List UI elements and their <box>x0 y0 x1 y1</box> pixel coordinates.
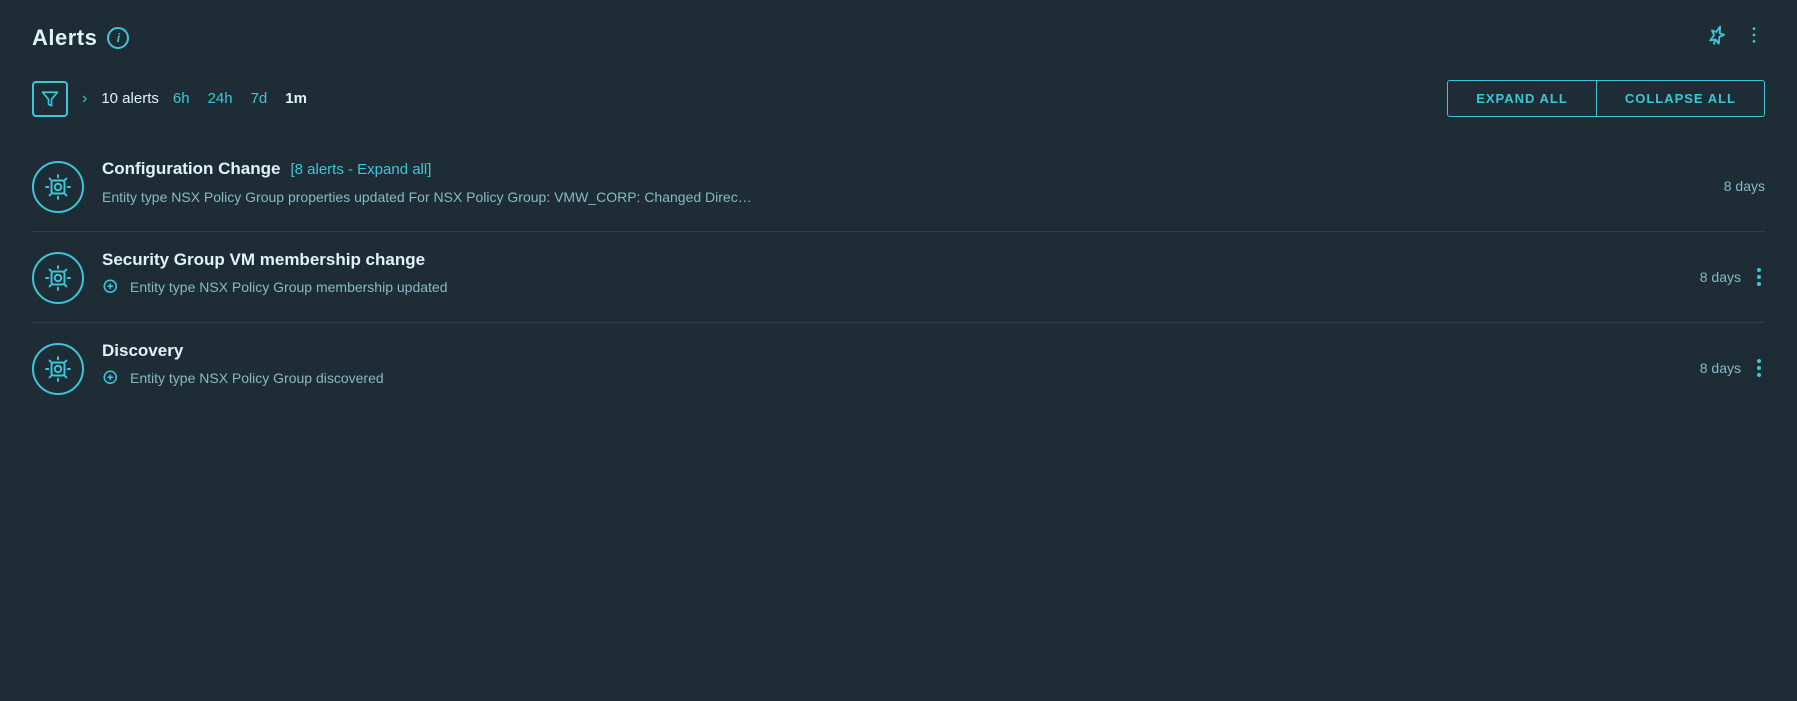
alert-description-security-group: Entity type NSX Policy Group membership … <box>130 279 448 295</box>
filter-row: › 10 alerts 6h 24h 7d 1m EXPAND ALL COLL… <box>32 80 1765 117</box>
alert-meta-security-group: 8 days <box>1700 266 1765 288</box>
header-actions <box>1705 24 1765 52</box>
time-filter-1m[interactable]: 1m <box>285 90 307 107</box>
panel-title: Alerts <box>32 25 97 51</box>
alert-badge-config-change[interactable]: [8 alerts - Expand all] <box>290 161 431 178</box>
panel-header: Alerts i <box>32 24 1765 52</box>
filter-button[interactable] <box>32 81 68 117</box>
alert-meta-discovery: 8 days <box>1700 357 1765 379</box>
alert-description-discovery: Entity type NSX Policy Group discovered <box>130 370 384 386</box>
alert-time-discovery: 8 days <box>1700 360 1741 376</box>
time-filter-24h[interactable]: 24h <box>208 90 233 107</box>
alert-item-config-change: Configuration Change [8 alerts - Expand … <box>32 141 1765 231</box>
expand-sub-icon-discovery[interactable] <box>102 369 120 387</box>
alert-count: 10 alerts <box>101 90 159 107</box>
alert-main-row-security: Security Group VM membership change Enti… <box>32 250 1765 304</box>
time-filter-7d[interactable]: 7d <box>251 90 268 107</box>
alert-sub-row-discovery: Entity type NSX Policy Group discovered <box>102 369 1682 387</box>
alert-content-security-group: Security Group VM membership change Enti… <box>102 250 1682 296</box>
filter-left: › 10 alerts 6h 24h 7d 1m <box>32 81 307 117</box>
expand-all-button[interactable]: EXPAND ALL <box>1447 80 1596 117</box>
info-icon[interactable]: i <box>107 27 129 49</box>
alert-more-button-discovery[interactable] <box>1753 357 1765 379</box>
alert-icon-discovery <box>32 343 84 395</box>
alert-time-config-change-group: 8 days <box>1724 178 1765 194</box>
alert-title-row-security: Security Group VM membership change <box>102 250 1682 270</box>
panel-title-group: Alerts i <box>32 25 129 51</box>
alert-main-row-discovery: Discovery Entity type NSX Policy Group d… <box>32 341 1765 395</box>
alert-sub-row-security: Entity type NSX Policy Group membership … <box>102 278 1682 296</box>
time-filter-6h[interactable]: 6h <box>173 90 190 107</box>
alert-icon-config-change <box>32 161 84 213</box>
alerts-panel: Alerts i <box>0 0 1797 701</box>
alert-icon-security-group <box>32 252 84 304</box>
alert-item-security-group: Security Group VM membership change Enti… <box>32 231 1765 322</box>
time-filters: 6h 24h 7d 1m <box>173 90 307 107</box>
more-vertical-icon[interactable] <box>1743 24 1765 52</box>
alert-main-row: Configuration Change [8 alerts - Expand … <box>32 159 1765 213</box>
alert-time-config-change: 8 days <box>1724 178 1765 194</box>
alert-content-discovery: Discovery Entity type NSX Policy Group d… <box>102 341 1682 387</box>
alert-title-row-discovery: Discovery <box>102 341 1682 361</box>
pin-icon[interactable] <box>1701 21 1731 55</box>
collapse-all-button[interactable]: COLLAPSE ALL <box>1596 80 1765 117</box>
chevron-right-icon: › <box>82 90 87 108</box>
alert-description-config-change: Entity type NSX Policy Group properties … <box>102 187 1706 208</box>
alert-item-discovery: Discovery Entity type NSX Policy Group d… <box>32 322 1765 413</box>
alert-title-security-group: Security Group VM membership change <box>102 250 425 270</box>
alert-time-security-group: 8 days <box>1700 269 1741 285</box>
alert-more-button-security-group[interactable] <box>1753 266 1765 288</box>
alert-title-config-change: Configuration Change <box>102 159 280 179</box>
filter-right: EXPAND ALL COLLAPSE ALL <box>1447 80 1765 117</box>
alert-list: Configuration Change [8 alerts - Expand … <box>32 141 1765 413</box>
alert-title-row: Configuration Change [8 alerts - Expand … <box>102 159 1706 179</box>
alert-content-config-change: Configuration Change [8 alerts - Expand … <box>102 159 1706 208</box>
alert-title-discovery: Discovery <box>102 341 183 361</box>
expand-sub-icon-security[interactable] <box>102 278 120 296</box>
